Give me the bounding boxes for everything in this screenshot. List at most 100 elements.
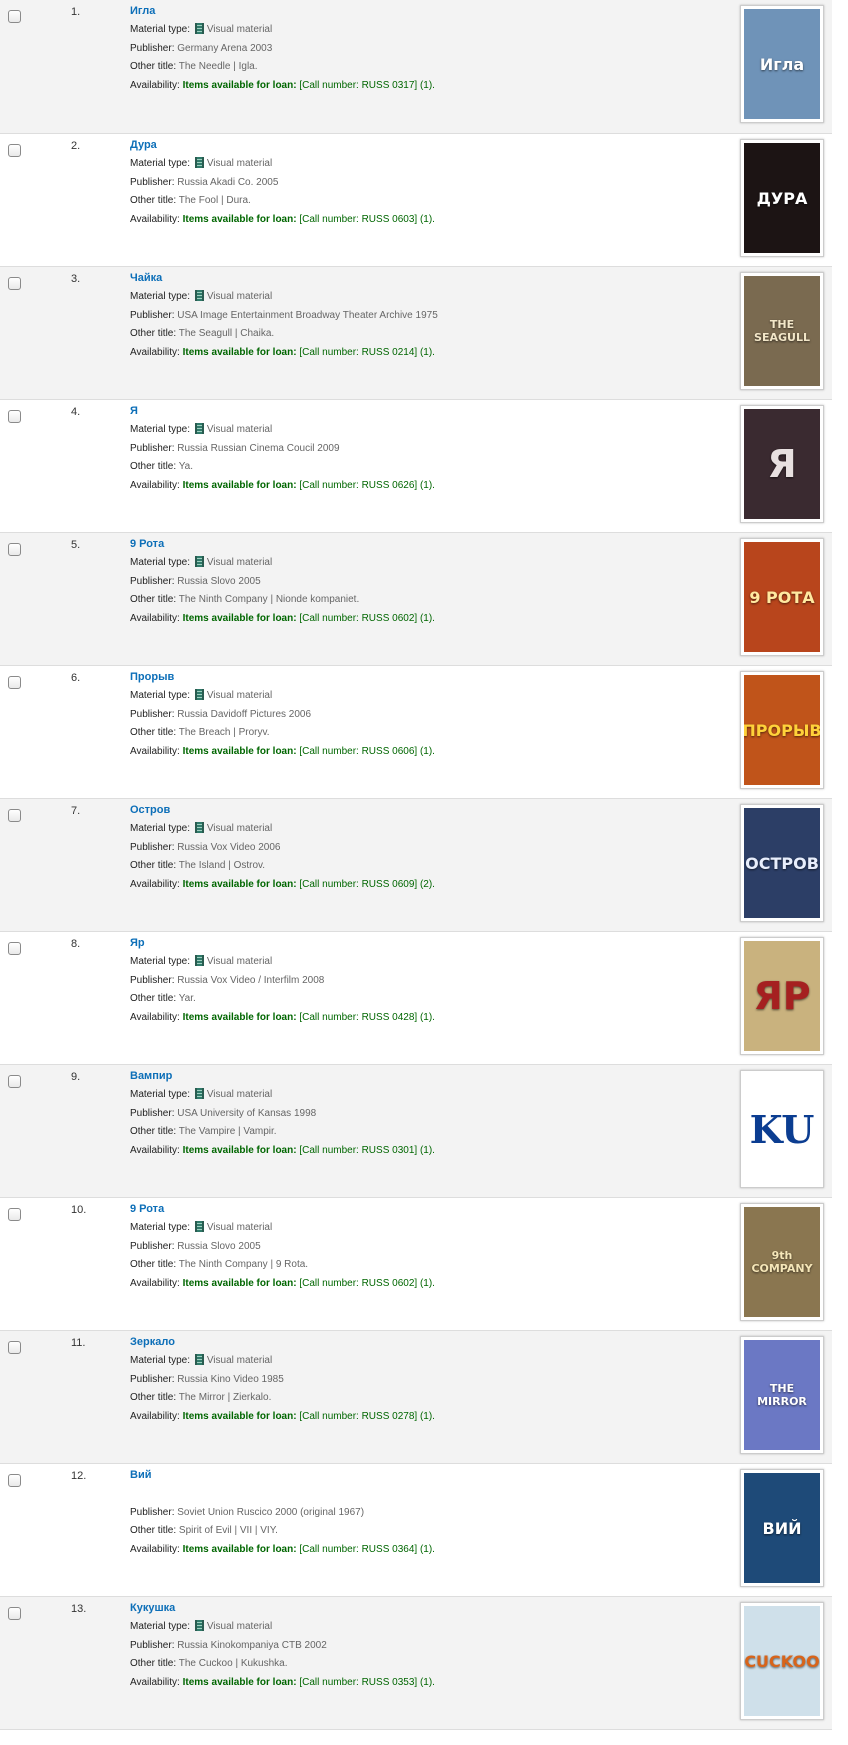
publisher-value: Soviet Union Ruscico 2000 (original 1967… bbox=[177, 1506, 365, 1518]
availability-label: Availability: bbox=[130, 1676, 180, 1688]
other-title-label: Other title: bbox=[130, 61, 177, 72]
result-title-link[interactable]: Вий bbox=[130, 1469, 730, 1487]
other-title-value: The Vampire | Vampir. bbox=[178, 1126, 277, 1137]
cover-thumbnail[interactable]: ПРОРЫВ bbox=[740, 671, 824, 789]
material-type-value: Visual material bbox=[206, 1621, 273, 1632]
cover-thumbnail[interactable]: 9th COMPANY bbox=[740, 1203, 824, 1321]
availability-label: Availability: bbox=[130, 878, 180, 890]
material-type-label: Material type: bbox=[130, 24, 191, 35]
publisher-label: Publisher: bbox=[130, 176, 175, 188]
material-type-label: Material type: bbox=[130, 291, 191, 302]
result-row: 5. 9 Рота Material type: Visual material… bbox=[0, 533, 832, 666]
cover-thumbnail[interactable]: ВИЙ bbox=[740, 1469, 824, 1587]
result-details: Остров Material type: Visual material Pu… bbox=[130, 804, 730, 896]
select-checkbox[interactable] bbox=[8, 277, 21, 290]
cover-text: Игла bbox=[759, 54, 805, 74]
cover-text: 9 РОТА bbox=[749, 587, 815, 607]
visual-material-icon bbox=[194, 23, 204, 34]
result-title-link[interactable]: Прорыв bbox=[130, 671, 730, 689]
select-checkbox[interactable] bbox=[8, 1341, 21, 1354]
result-title-link[interactable]: Чайка bbox=[130, 272, 730, 290]
cover-thumbnail[interactable]: THE SEAGULL bbox=[740, 272, 824, 390]
result-details: Игла Material type: Visual material Publ… bbox=[130, 5, 730, 97]
result-title-link[interactable]: Вампир bbox=[130, 1070, 730, 1088]
other-title-value: The Needle | Igla. bbox=[178, 61, 258, 72]
result-title-link[interactable]: Остров bbox=[130, 804, 730, 822]
result-number: 3. bbox=[71, 273, 81, 285]
cover-thumbnail[interactable]: ОСТРОВ bbox=[740, 804, 824, 922]
result-title-link[interactable]: Игла bbox=[130, 5, 730, 23]
result-number: 4. bbox=[71, 406, 81, 418]
needle-poster-icon: Игла bbox=[744, 9, 820, 119]
publisher-value: Russia Kino Video 1985 bbox=[177, 1373, 284, 1385]
other-title-line: Other title: The Mirror | Zierkalo. bbox=[130, 1391, 730, 1410]
publisher-line: Publisher: Germany Arena 2003 bbox=[130, 42, 730, 61]
other-title-line: Other title: The Seagull | Chaika. bbox=[130, 327, 730, 346]
cover-thumbnail[interactable]: Я bbox=[740, 405, 824, 523]
publisher-label: Publisher: bbox=[130, 309, 175, 321]
other-title-value: Ya. bbox=[178, 461, 194, 472]
result-row: 8. Яр Material type: Visual material Pub… bbox=[0, 932, 832, 1065]
items-available-label: Items available for loan: bbox=[182, 1543, 297, 1555]
result-details: Дура Material type: Visual material Publ… bbox=[130, 139, 730, 231]
visual-material-icon bbox=[194, 955, 204, 966]
availability-line: Availability: Items available for loan: … bbox=[130, 1277, 730, 1296]
ninth-company-poster-icon: 9th COMPANY bbox=[744, 1207, 820, 1317]
visual-material-icon bbox=[194, 157, 204, 168]
select-checkbox[interactable] bbox=[8, 144, 21, 157]
cover-text: ОСТРОВ bbox=[745, 853, 819, 873]
material-type-line: Material type: Visual material bbox=[130, 290, 730, 309]
cover-thumbnail[interactable]: Игла bbox=[740, 5, 824, 123]
other-title-line: Other title: The Fool | Dura. bbox=[130, 194, 730, 213]
cover-text: ДУРА bbox=[756, 188, 808, 208]
cover-thumbnail[interactable]: ДУРА bbox=[740, 139, 824, 257]
select-checkbox[interactable] bbox=[8, 10, 21, 23]
viy-poster-icon: ВИЙ bbox=[744, 1473, 820, 1583]
publisher-value: USA University of Kansas 1998 bbox=[177, 1107, 317, 1119]
publisher-line: Publisher: Russia Akadi Co. 2005 bbox=[130, 176, 730, 195]
other-title-label: Other title: bbox=[130, 1259, 177, 1270]
cover-thumbnail[interactable]: ЯР bbox=[740, 937, 824, 1055]
publisher-label: Publisher: bbox=[130, 442, 175, 454]
other-title-value: Yar. bbox=[178, 993, 196, 1004]
result-row: 2. Дура Material type: Visual material P… bbox=[0, 134, 832, 267]
select-checkbox[interactable] bbox=[8, 942, 21, 955]
result-title-link[interactable]: 9 Рота bbox=[130, 1203, 730, 1221]
cover-thumbnail[interactable]: 9 РОТА bbox=[740, 538, 824, 656]
select-checkbox[interactable] bbox=[8, 1208, 21, 1221]
result-title-link[interactable]: 9 Рота bbox=[130, 538, 730, 556]
select-checkbox[interactable] bbox=[8, 676, 21, 689]
items-available-label: Items available for loan: bbox=[182, 1011, 297, 1023]
publisher-line: Publisher: Russia Vox Video 2006 bbox=[130, 841, 730, 860]
result-title-link[interactable]: Кукушка bbox=[130, 1602, 730, 1620]
cover-thumbnail[interactable]: KU bbox=[740, 1070, 824, 1188]
cover-thumbnail[interactable]: THE MIRROR bbox=[740, 1336, 824, 1454]
visual-material-icon bbox=[194, 1088, 204, 1099]
material-type-line: Material type: Visual material bbox=[130, 1354, 730, 1373]
select-checkbox[interactable] bbox=[8, 1607, 21, 1620]
result-title-link[interactable]: Я bbox=[130, 405, 730, 423]
result-title-link[interactable]: Зеркало bbox=[130, 1336, 730, 1354]
select-checkbox[interactable] bbox=[8, 1075, 21, 1088]
publisher-label: Publisher: bbox=[130, 1506, 175, 1518]
cover-thumbnail[interactable]: CUCKOO bbox=[740, 1602, 824, 1720]
select-checkbox[interactable] bbox=[8, 543, 21, 556]
select-checkbox[interactable] bbox=[8, 1474, 21, 1487]
publisher-value: Germany Arena 2003 bbox=[177, 42, 273, 54]
availability-label: Availability: bbox=[130, 1144, 180, 1156]
publisher-label: Publisher: bbox=[130, 1240, 175, 1252]
other-title-line: Other title: The Breach | Proryv. bbox=[130, 726, 730, 745]
select-checkbox[interactable] bbox=[8, 809, 21, 822]
call-number-value: [Call number: RUSS 0317] (1). bbox=[299, 79, 435, 91]
items-available-label: Items available for loan: bbox=[182, 213, 297, 225]
cover-text: THE MIRROR bbox=[757, 1382, 807, 1408]
other-title-line: Other title: The Ninth Company | 9 Rota. bbox=[130, 1258, 730, 1277]
result-row: 7. Остров Material type: Visual material… bbox=[0, 799, 832, 932]
availability-line: Availability: Items available for loan: … bbox=[130, 1676, 730, 1695]
result-title-link[interactable]: Дура bbox=[130, 139, 730, 157]
select-checkbox[interactable] bbox=[8, 410, 21, 423]
other-title-label: Other title: bbox=[130, 195, 177, 206]
material-type-value: Visual material bbox=[206, 291, 273, 302]
result-title-link[interactable]: Яр bbox=[130, 937, 730, 955]
result-details: Я Material type: Visual material Publish… bbox=[130, 405, 730, 497]
